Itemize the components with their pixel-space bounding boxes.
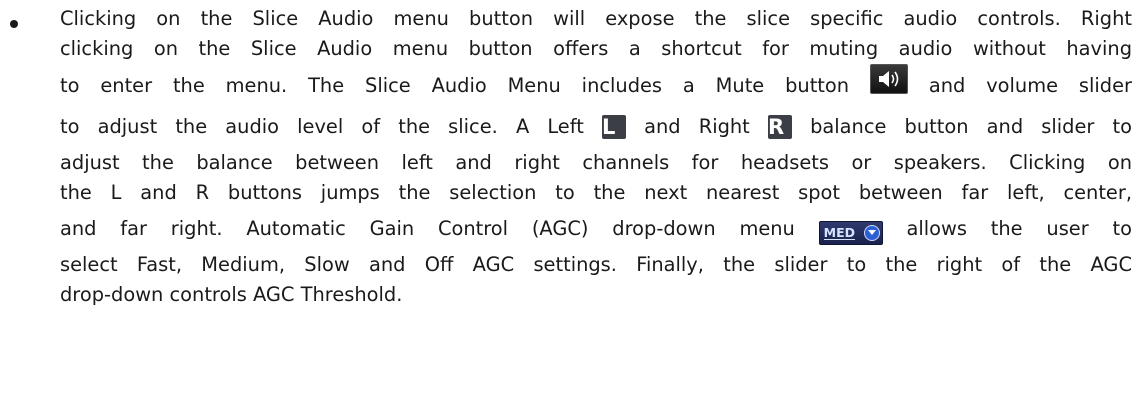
right-balance-icon: R xyxy=(767,115,792,139)
paragraph-text: and volume slider xyxy=(928,74,1133,97)
paragraph-line-1: Clicking on the Slice Audio menu button … xyxy=(60,7,1132,30)
paragraph-line-4: to adjust the audio level of the slice. … xyxy=(60,106,1132,148)
paragraph-line-2: clicking on the Slice Audio menu button … xyxy=(60,37,1132,60)
agc-dropdown-label: MED xyxy=(823,225,856,240)
left-balance-icon: L xyxy=(601,115,626,139)
paragraph-text: and far right. Automatic Gain Control (A… xyxy=(60,217,795,240)
paragraph-text: to adjust the audio level of the slice. … xyxy=(60,115,584,138)
document-page: Clicking on the Slice Audio menu button … xyxy=(0,0,1145,411)
paragraph-line-5: adjust the balance between left and righ… xyxy=(60,151,1132,174)
paragraph-line-6: the L and R buttons jumps the selection … xyxy=(60,181,1132,204)
paragraph-line-3: to enter the menu. The Slice Audio Menu … xyxy=(60,64,1132,106)
speaker-icon xyxy=(869,64,908,94)
paragraph-line-9: drop-down controls AGC Threshold. xyxy=(60,283,403,306)
bullet-point xyxy=(10,20,18,28)
paragraph-text: balance button and slider to xyxy=(810,115,1132,138)
agc-dropdown-icon: MED xyxy=(818,221,883,245)
paragraph-text: to enter the menu. The Slice Audio Menu … xyxy=(60,74,850,97)
paragraph-line-8: select Fast, Medium, Slow and Off AGC se… xyxy=(60,253,1132,276)
paragraph-text: and Right xyxy=(644,115,750,138)
paragraph-text: allows the user to xyxy=(906,217,1132,240)
slice-audio-paragraph: Clicking on the Slice Audio menu button … xyxy=(60,4,1132,310)
paragraph-line-7: and far right. Automatic Gain Control (A… xyxy=(60,208,1132,250)
chevron-down-icon xyxy=(863,225,880,241)
